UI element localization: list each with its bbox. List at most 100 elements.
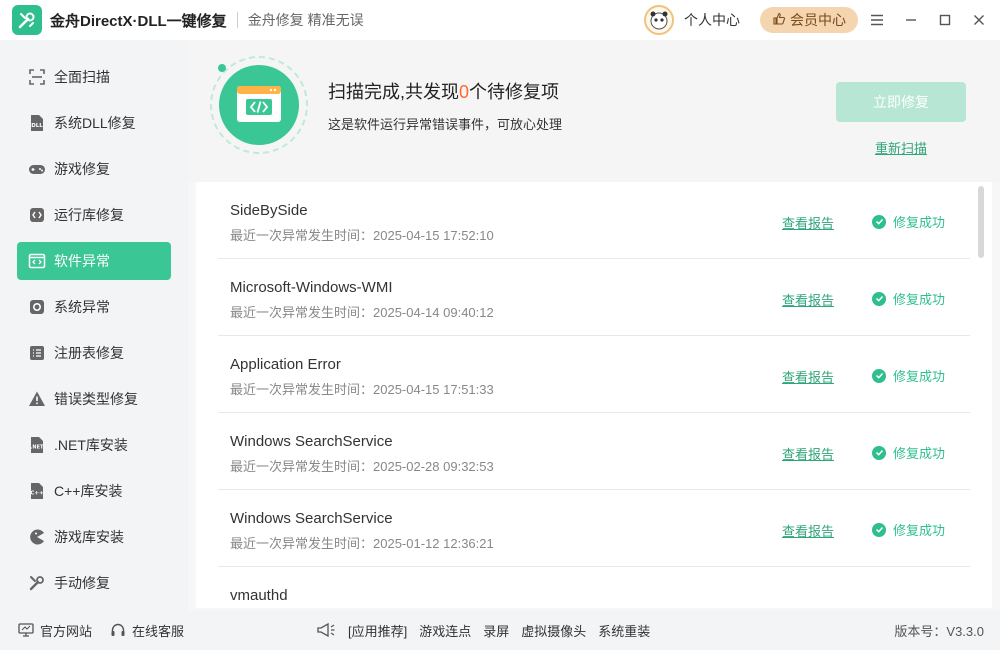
code-window-icon [219,65,299,145]
vip-center-label: 会员中心 [790,12,846,28]
headset-icon [111,623,125,636]
sidebar-item-label: 运行库修复 [54,207,124,223]
close-icon [974,15,984,25]
repair-status: 修复成功 [872,366,945,385]
scan-summary: 扫描完成,共发现0个待修复项 这是软件运行异常错误事件，可放心处理 立即修复 重… [188,40,1000,182]
title-divider [236,12,238,28]
event-name: vmauthd [230,587,288,604]
event-name: Application Error [230,356,341,373]
sidebar-item-label: .NET库安装 [54,437,128,453]
pacman-icon [27,527,47,547]
repair-status: 修复成功 [872,443,945,462]
megaphone-icon [317,622,335,638]
vip-center-button[interactable]: 会员中心 [760,7,858,33]
dll-icon: DLL [27,113,47,133]
title-bar: 金舟DirectX·DLL一键修复 金舟修复 精准无误 个人中心 会员中心 [0,0,1000,40]
issue-count: 0 [459,82,470,102]
dotnet-icon: .NET [27,435,47,455]
app-recommend-label: [应用推荐] [348,623,408,639]
thumbs-up-icon [772,12,786,29]
sidebar-item-label: 错误类型修复 [54,391,138,407]
maximize-button[interactable] [930,0,960,40]
repair-status: 修复成功 [872,289,945,308]
check-circle-icon [872,214,886,229]
list-item: Windows SearchService 最近一次异常发生时间：2025-01… [218,490,970,567]
sidebar-item-game-repair[interactable]: 游戏修复 [17,150,171,188]
view-report-link[interactable]: 查看报告 [782,521,834,540]
ring-dot [218,64,226,72]
footer-link-screen-recorder[interactable]: 录屏 [483,621,509,640]
check-circle-icon [872,291,886,306]
view-report-link[interactable]: 查看报告 [782,444,834,463]
sidebar-item-software-exception[interactable]: 软件异常 [17,242,171,280]
app-logo-icon [12,5,42,35]
online-service-link[interactable]: 在线客服 [110,621,184,640]
list-icon [27,343,47,363]
sidebar-item-system-dll[interactable]: DLL 系统DLL修复 [17,104,171,142]
scan-result-illustration [210,56,308,154]
sidebar-item-dotnet-install[interactable]: .NET .NET库安装 [17,426,171,464]
sidebar-item-error-type-repair[interactable]: 错误类型修复 [17,380,171,418]
sidebar-item-registry-repair[interactable]: 注册表修复 [17,334,171,372]
view-report-link[interactable]: 查看报告 [782,367,834,386]
gear-icon [27,297,47,317]
event-time: 最近一次异常发生时间：2025-04-15 17:51:33 [230,382,494,397]
event-time: 最近一次异常发生时间：2025-02-28 09:32:53 [230,459,494,474]
sidebar-item-label: 游戏修复 [54,161,110,177]
menu-button[interactable] [862,0,892,40]
minimize-button[interactable] [896,0,926,40]
list-item: Windows SearchService 最近一次异常发生时间：2025-02… [218,413,970,490]
summary-title: 扫描完成,共发现0个待修复项 [328,82,560,102]
check-circle-icon [872,522,886,537]
sidebar-item-label: 全面扫描 [54,69,110,85]
sidebar-item-label: 软件异常 [54,253,110,269]
sidebar-item-label: C++库安装 [54,483,123,499]
list-scrollbar[interactable] [978,186,984,258]
sidebar-item-system-exception[interactable]: 系统异常 [17,288,171,326]
event-time: 最近一次异常发生时间：2025-01-12 12:36:21 [230,536,494,551]
view-report-link[interactable]: 查看报告 [782,213,834,232]
fix-now-button[interactable]: 立即修复 [836,82,966,122]
sidebar-item-label: 系统DLL修复 [54,115,136,131]
repair-status: 修复成功 [872,520,945,539]
footer: 官方网站 在线客服 [应用推荐] 游戏连点 录屏 虚拟摄像头 系统重装 版本号：… [0,610,1000,650]
user-center-link[interactable]: 个人中心 [684,10,740,30]
event-time: 最近一次异常发生时间：2025-04-15 17:52:10 [230,228,494,243]
main-content: 扫描完成,共发现0个待修复项 这是软件运行异常错误事件，可放心处理 立即修复 重… [188,40,1000,610]
warning-icon [27,389,47,409]
code-window-icon [27,251,47,271]
tools-icon [27,573,47,593]
close-button[interactable] [964,0,994,40]
repair-status: 修复成功 [872,212,945,231]
sidebar-item-full-scan[interactable]: 全面扫描 [17,58,171,96]
version-label: 版本号：V3.3.0 [894,623,984,639]
footer-link-system-reinstall[interactable]: 系统重装 [598,621,650,640]
event-name: Windows SearchService [230,433,393,450]
app-title: 金舟DirectX·DLL一键修复 [50,12,227,30]
sidebar-item-game-library-install[interactable]: 游戏库安装 [17,518,171,556]
sidebar-item-cpp-install[interactable]: C++ C++库安装 [17,472,171,510]
list-item: Microsoft-Windows-WMI 最近一次异常发生时间：2025-04… [218,259,970,336]
check-circle-icon [872,368,886,383]
exception-list: SideBySide 最近一次异常发生时间：2025-04-15 17:52:1… [196,182,992,608]
sidebar-item-manual-repair[interactable]: 手动修复 [17,564,171,602]
list-item: vmauthd [218,567,970,608]
event-name: Microsoft-Windows-WMI [230,279,393,296]
app-slogan: 金舟修复 精准无误 [247,12,364,28]
scan-icon [27,67,47,87]
sidebar-item-label: 手动修复 [54,575,110,591]
sidebar-item-label: 系统异常 [54,299,110,315]
rescan-link[interactable]: 重新扫描 [836,138,966,157]
cpp-icon: C++ [27,481,47,501]
footer-link-auto-clicker[interactable]: 游戏连点 [419,621,471,640]
view-report-link[interactable]: 查看报告 [782,290,834,309]
runtime-icon [27,205,47,225]
footer-link-virtual-camera[interactable]: 虚拟摄像头 [521,621,586,640]
avatar[interactable] [644,5,674,35]
sidebar-item-runtime-repair[interactable]: 运行库修复 [17,196,171,234]
sidebar-item-label: 注册表修复 [54,345,124,361]
svg-text:DLL: DLL [31,123,43,129]
monitor-icon [18,623,34,637]
official-site-link[interactable]: 官方网站 [18,621,92,640]
sidebar-item-label: 游戏库安装 [54,529,124,545]
